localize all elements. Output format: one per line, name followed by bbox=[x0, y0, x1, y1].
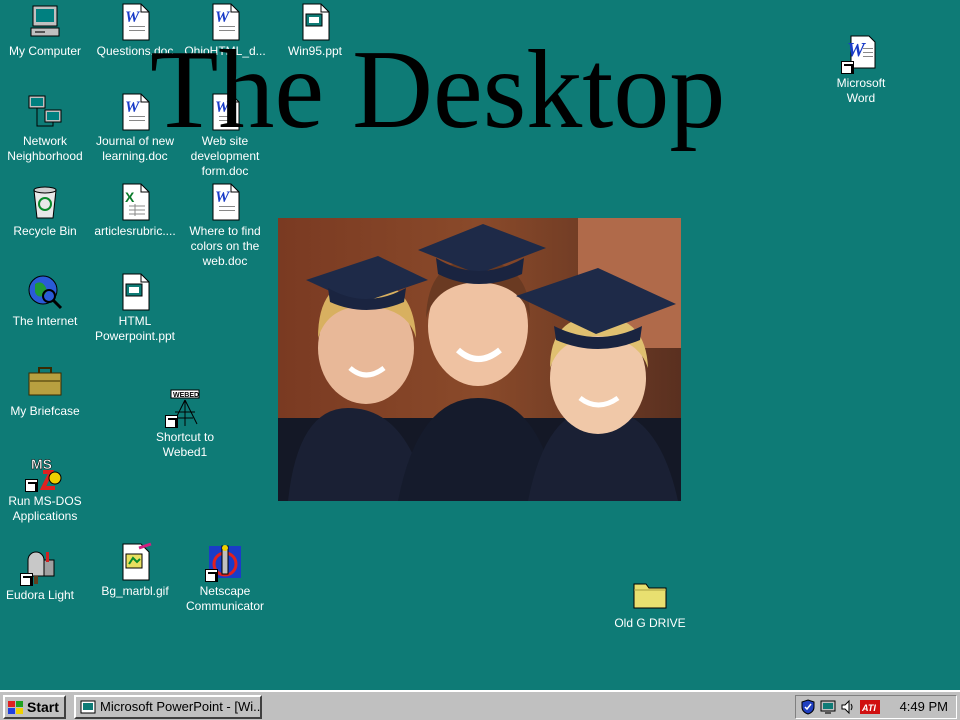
svg-text:W: W bbox=[847, 39, 866, 61]
speaker-icon[interactable] bbox=[840, 699, 856, 715]
icon-eudora-light[interactable]: Eudora Light bbox=[0, 546, 85, 603]
recycle-bin-icon bbox=[25, 182, 65, 222]
icon-run-ms-dos[interactable]: MS Run MS-DOS Applications bbox=[0, 452, 90, 524]
icon-label: Network Neighborhood bbox=[7, 134, 83, 163]
svg-text:W: W bbox=[125, 9, 141, 26]
computer-icon bbox=[25, 2, 65, 42]
svg-text:W: W bbox=[125, 99, 141, 116]
icon-microsoft-word[interactable]: W Microsoft Word bbox=[816, 34, 906, 106]
word-document-icon: W bbox=[115, 92, 155, 132]
shortcut-arrow-icon bbox=[20, 573, 33, 586]
powerpoint-icon bbox=[80, 700, 96, 714]
icon-label: Eudora Light bbox=[5, 588, 75, 602]
icon-articlesrubric[interactable]: X articlesrubric.... bbox=[90, 182, 180, 239]
icon-shortcut-webed[interactable]: WEBED Shortcut to Webed1 bbox=[140, 388, 230, 460]
shield-icon[interactable] bbox=[800, 699, 816, 715]
icon-label: Old G DRIVE bbox=[614, 616, 686, 630]
taskbar-powerpoint-button[interactable]: Microsoft PowerPoint - [Wi... bbox=[74, 695, 262, 719]
folder-icon bbox=[630, 574, 670, 614]
clock[interactable]: 4:49 PM bbox=[900, 699, 948, 715]
desktop: My Computer Network Neighborhood Recycle… bbox=[0, 0, 960, 690]
icon-recycle-bin[interactable]: Recycle Bin bbox=[0, 182, 90, 239]
mailbox-icon bbox=[20, 546, 60, 586]
windows-logo-icon bbox=[8, 700, 23, 714]
icon-netscape-communicator[interactable]: Netscape Communicator bbox=[180, 542, 270, 614]
icon-label: Netscape Communicator bbox=[185, 584, 265, 613]
excel-document-icon: X bbox=[115, 182, 155, 222]
icon-label: articlesrubric.... bbox=[94, 224, 176, 238]
shortcut-arrow-icon bbox=[165, 415, 178, 428]
network-icon bbox=[25, 92, 65, 132]
svg-text:W: W bbox=[215, 9, 231, 26]
start-label: Start bbox=[27, 699, 59, 715]
icon-label: The Internet bbox=[12, 314, 78, 328]
shortcut-arrow-icon bbox=[841, 61, 854, 74]
icon-label: Where to find colors on the web.doc bbox=[189, 224, 261, 268]
webed-glyph-text: WEBED bbox=[173, 392, 199, 399]
icon-my-computer[interactable]: My Computer bbox=[0, 2, 90, 59]
icon-html-powerpoint[interactable]: HTML Powerpoint.ppt bbox=[90, 272, 180, 344]
icon-label: My Computer bbox=[8, 44, 82, 58]
briefcase-icon bbox=[25, 362, 65, 402]
system-tray: ATI 4:49 PM bbox=[795, 695, 957, 719]
icon-where-to-find-colors[interactable]: W Where to find colors on the web.doc bbox=[180, 182, 270, 269]
icon-label: HTML Powerpoint.ppt bbox=[94, 314, 176, 343]
word-document-icon: W bbox=[115, 2, 155, 42]
word-document-icon: W bbox=[205, 182, 245, 222]
icon-label: Microsoft Word bbox=[836, 76, 886, 105]
slide-title: The Desktop bbox=[150, 28, 726, 152]
icon-the-internet[interactable]: The Internet bbox=[0, 272, 90, 329]
icon-label: Shortcut to Webed1 bbox=[155, 430, 215, 459]
icon-network-neighborhood[interactable]: Network Neighborhood bbox=[0, 92, 90, 164]
gif-image-icon bbox=[115, 542, 155, 582]
graduation-photo bbox=[278, 218, 681, 501]
webed-icon: WEBED bbox=[165, 388, 205, 428]
icon-old-g-drive[interactable]: Old G DRIVE bbox=[605, 574, 695, 631]
taskbar-button-label: Microsoft PowerPoint - [Wi... bbox=[100, 699, 262, 714]
monitor-icon[interactable] bbox=[820, 699, 836, 715]
ati-label: ATI bbox=[861, 703, 876, 713]
icon-bg-marbl[interactable]: Bg_marbl.gif bbox=[90, 542, 180, 599]
powerpoint-document-icon bbox=[115, 272, 155, 312]
svg-text:W: W bbox=[215, 189, 231, 206]
ms-dos-glyph-text: MS bbox=[31, 456, 52, 472]
icon-my-briefcase[interactable]: My Briefcase bbox=[0, 362, 90, 419]
shortcut-arrow-icon bbox=[25, 479, 38, 492]
ms-dos-icon: MS bbox=[25, 452, 65, 492]
ati-icon[interactable]: ATI bbox=[860, 699, 880, 715]
icon-label: Run MS-DOS Applications bbox=[8, 494, 82, 523]
taskbar: Start Microsoft PowerPoint - [Wi... ATI … bbox=[0, 690, 960, 720]
globe-icon bbox=[25, 272, 65, 312]
icon-label: Recycle Bin bbox=[13, 224, 77, 238]
icon-label: Bg_marbl.gif bbox=[101, 584, 169, 598]
svg-text:X: X bbox=[125, 189, 135, 205]
shortcut-arrow-icon bbox=[205, 569, 218, 582]
microsoft-word-icon: W bbox=[841, 34, 881, 74]
start-button[interactable]: Start bbox=[3, 695, 66, 719]
netscape-icon bbox=[205, 542, 245, 582]
icon-label: My Briefcase bbox=[10, 404, 80, 418]
